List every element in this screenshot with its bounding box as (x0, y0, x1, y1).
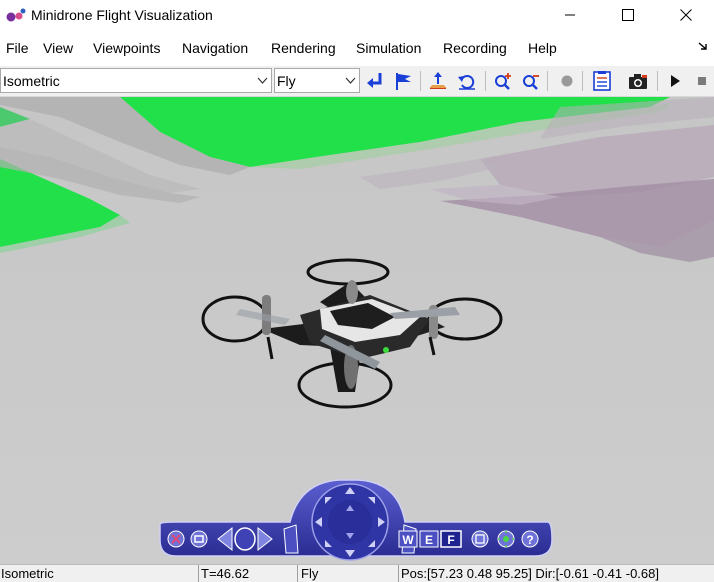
return-to-viewpoint-button[interactable] (363, 69, 387, 93)
window-title: Minidrone Flight Visualization (31, 7, 213, 23)
toolbar-separator (420, 71, 421, 91)
status-position-direction: Pos:[57.23 0.48 95.25] Dir:[-0.61 -0.41 … (401, 566, 659, 581)
menu-view[interactable]: View (43, 40, 73, 56)
straighten-up-button[interactable] (426, 69, 450, 93)
menu-viewpoints[interactable]: Viewpoints (93, 40, 160, 56)
zoom-out-button[interactable] (519, 69, 543, 93)
toolbar-separator (582, 71, 583, 91)
mode-label-walk: W (402, 533, 414, 547)
status-divider (297, 565, 298, 582)
menu-bar: File View Viewpoints Navigation Renderin… (0, 38, 714, 60)
status-viewpoint: Isometric (1, 566, 54, 581)
navigation-wheel[interactable] (311, 483, 389, 561)
mode-button-walk[interactable]: W (398, 530, 418, 548)
capture-list-icon (593, 71, 611, 91)
close-button[interactable] (657, 0, 714, 30)
mode-label-examine: E (425, 533, 433, 547)
status-divider (398, 565, 399, 582)
screenshot-button[interactable] (626, 69, 650, 93)
mode-button-fly[interactable]: F (440, 530, 462, 548)
chevron-down-icon (257, 77, 268, 84)
stop-button[interactable] (690, 69, 714, 93)
navigation-mode-select[interactable]: Fly (274, 68, 360, 93)
menu-navigation[interactable]: Navigation (182, 40, 248, 56)
stop-icon (698, 77, 706, 85)
status-bar: Isometric T=46.62 Fly Pos:[57.23 0.48 95… (0, 564, 714, 582)
menu-file[interactable]: File (6, 40, 29, 56)
toolbar-separator (657, 71, 658, 91)
go-to-viewpoint-button[interactable] (391, 69, 415, 93)
undo-move-button[interactable] (455, 69, 479, 93)
camera-icon (629, 74, 647, 89)
menu-help[interactable]: Help (528, 40, 557, 56)
status-navigation-mode: Fly (301, 566, 319, 581)
straighten-icon (430, 72, 446, 89)
maximize-icon (622, 9, 634, 21)
scene-canvas[interactable]: W E F ? (0, 97, 714, 564)
tilt-left-control[interactable] (283, 524, 299, 554)
maximize-button[interactable] (599, 0, 657, 30)
viewpoint-select[interactable]: Isometric (0, 68, 272, 93)
flag-icon (396, 73, 411, 90)
dock-arrow-icon[interactable] (698, 41, 708, 51)
help-icon: ? (526, 533, 533, 547)
play-icon (671, 75, 680, 87)
viewpoint-select-value: Isometric (3, 73, 60, 89)
slider-knob-icon (234, 527, 256, 551)
menu-recording[interactable]: Recording (443, 40, 507, 56)
zoom-out-icon (523, 75, 539, 90)
mode-button-examine[interactable]: E (419, 530, 439, 548)
close-icon (680, 9, 692, 21)
status-time: T=46.62 (201, 566, 250, 581)
record-button[interactable] (555, 69, 579, 93)
status-divider (198, 565, 199, 582)
chevron-down-icon (345, 77, 356, 84)
minimize-panel-button[interactable] (190, 530, 208, 548)
close-panel-button[interactable] (167, 530, 185, 548)
minimize-button[interactable] (541, 0, 599, 30)
zoom-in-button[interactable] (491, 69, 515, 93)
viewpoint-list-button[interactable] (471, 530, 489, 548)
toolbar-separator (485, 71, 486, 91)
record-icon (561, 75, 573, 87)
minimize-icon (565, 14, 575, 16)
zoom-in-icon (495, 73, 511, 90)
toolbar: Isometric Fly (0, 66, 714, 97)
undo-move-icon (458, 75, 475, 90)
menu-simulation[interactable]: Simulation (356, 40, 421, 56)
mode-label-fly: F (447, 533, 454, 547)
play-button[interactable] (663, 69, 687, 93)
headlight-button[interactable] (497, 530, 515, 548)
menu-rendering[interactable]: Rendering (271, 40, 336, 56)
navigation-mode-value: Fly (277, 73, 296, 89)
capture-list-button[interactable] (590, 69, 614, 93)
toolbar-separator (547, 71, 548, 91)
help-panel-button[interactable]: ? (521, 530, 539, 548)
title-bar: Minidrone Flight Visualization (0, 0, 714, 32)
3d-viewport[interactable]: W E F ? (0, 97, 714, 564)
return-icon (367, 73, 382, 88)
light-icon (503, 536, 509, 542)
app-logo-icon (6, 8, 26, 22)
